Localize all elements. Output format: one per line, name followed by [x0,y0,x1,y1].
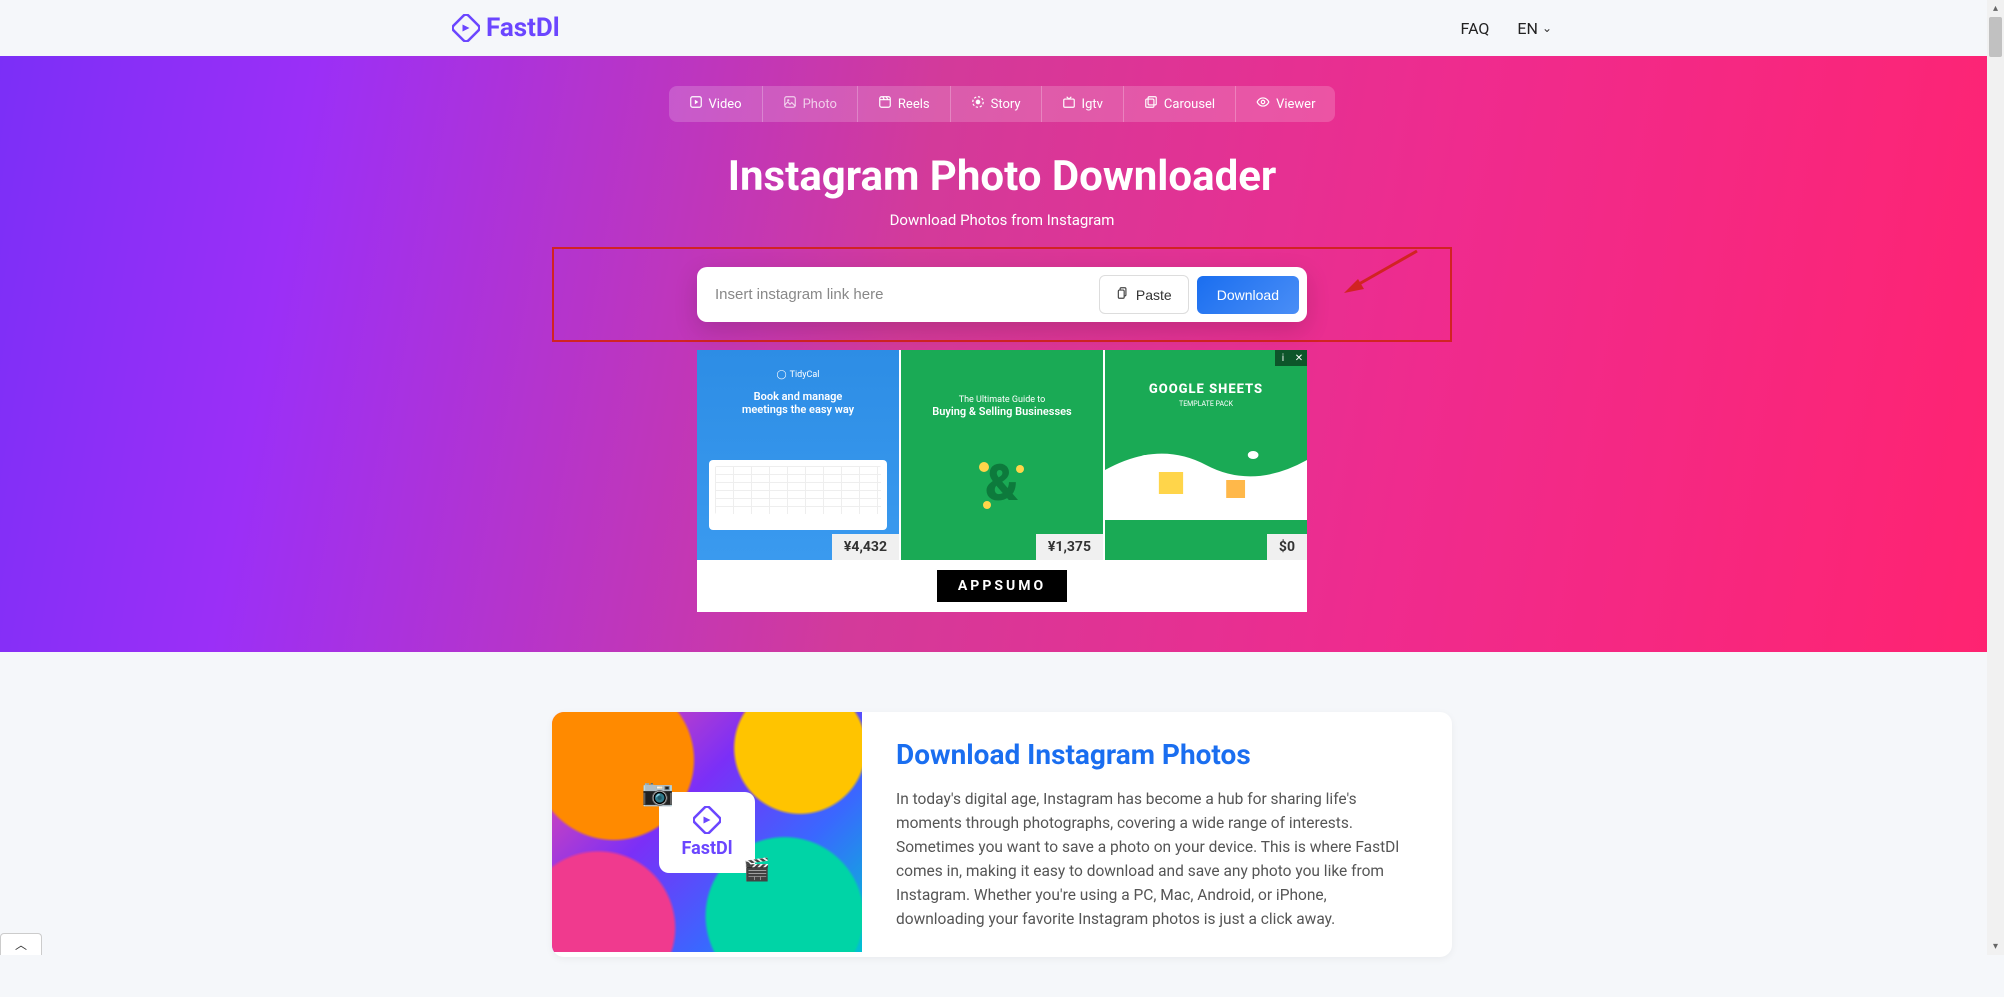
tv-icon [1062,95,1076,113]
reels-icon [878,95,892,113]
tab-label: Reels [898,97,930,112]
tab-label: Story [991,97,1021,112]
story-icon [971,95,985,113]
site-header: FastDl FAQ EN ⌄ [0,0,2004,56]
ad-banner[interactable]: ◯ TidyCal Book and manage meetings the e… [697,350,1307,612]
info-illustration: 📷 🎬 FastDl [552,712,862,952]
tab-reels[interactable]: Reels [858,86,951,122]
ad2-price: ¥1,375 [1036,534,1103,560]
carousel-icon [1144,95,1158,113]
info-body: In today's digital age, Instagram has be… [896,787,1418,931]
play-square-icon [689,95,703,113]
info-heading: Download Instagram Photos [896,738,1418,771]
clipboard-icon [1116,286,1130,303]
chevron-up-icon: ︿ [15,936,27,953]
mode-tabs: Video Photo Reels [669,86,1336,122]
tab-story[interactable]: Story [951,86,1042,122]
image-icon [783,95,797,113]
paste-button[interactable]: Paste [1099,275,1189,314]
scroll-down-icon[interactable]: ▾ [1987,938,2004,955]
bottom-expand-tab[interactable]: ︿ [0,933,42,955]
tab-label: Photo [803,97,837,112]
scrollbar[interactable]: ▴ ▾ [1987,0,2004,955]
ad-close-icon[interactable]: ✕ [1291,350,1307,366]
eye-icon [1256,95,1270,113]
tab-video[interactable]: Video [669,86,763,122]
tab-carousel[interactable]: Carousel [1124,86,1236,122]
page-title: Instagram Photo Downloader [728,152,1277,201]
annotation-highlight-box: Paste Download [552,247,1452,342]
ad1-price: ¥4,432 [832,534,899,560]
tab-label: Video [709,97,742,112]
url-input-bar: Paste Download [697,267,1307,322]
ad3-price: $0 [1267,534,1307,560]
ad-footer-brand[interactable]: APPSUMO [937,570,1067,602]
page-subtitle: Download Photos from Instagram [890,211,1115,229]
tab-label: Igtv [1082,97,1103,112]
paste-label: Paste [1136,287,1172,303]
clapper-icon: 🎬 [743,858,770,883]
scroll-up-icon[interactable]: ▴ [1987,0,2004,17]
ad-card-3[interactable]: GOOGLE SHEETS TEMPLATE PACK [1105,350,1307,560]
tab-photo[interactable]: Photo [763,86,858,122]
tab-label: Carousel [1164,97,1215,112]
brand-logo[interactable]: FastDl [452,13,560,43]
url-input[interactable] [715,286,1091,303]
camera-icon: 📷 [641,778,673,808]
tab-igtv[interactable]: Igtv [1042,86,1124,122]
logo-icon [452,14,480,42]
chip-brand: FastDl [681,838,732,859]
chevron-down-icon: ⌄ [1542,21,1552,35]
hero-section: Video Photo Reels [0,56,2004,652]
ad-controls: i ✕ [1275,350,1307,366]
ad-card-2[interactable]: The Ultimate Guide to Buying & Selling B… [901,350,1103,560]
ad-card-1[interactable]: ◯ TidyCal Book and manage meetings the e… [697,350,899,560]
faq-link[interactable]: FAQ [1461,19,1490,38]
info-logo-chip: 📷 🎬 FastDl [659,792,754,873]
brand-text: FastDl [486,13,560,43]
ad-info-icon[interactable]: i [1275,350,1291,366]
tab-viewer[interactable]: Viewer [1236,86,1335,122]
ad1-caption: Book and manage meetings the easy way [697,390,899,416]
ad1-brand: ◯ TidyCal [777,370,820,380]
info-card: 📷 🎬 FastDl Download Instagram Photos In … [552,712,1452,957]
ad2-caption: The Ultimate Guide to Buying & Selling B… [901,395,1103,418]
download-button[interactable]: Download [1197,276,1299,314]
language-selector[interactable]: EN ⌄ [1517,19,1552,38]
language-label: EN [1517,19,1538,38]
tab-label: Viewer [1276,97,1315,112]
info-section: 📷 🎬 FastDl Download Instagram Photos In … [0,652,2004,997]
ad3-caption: GOOGLE SHEETS TEMPLATE PACK [1105,382,1307,408]
